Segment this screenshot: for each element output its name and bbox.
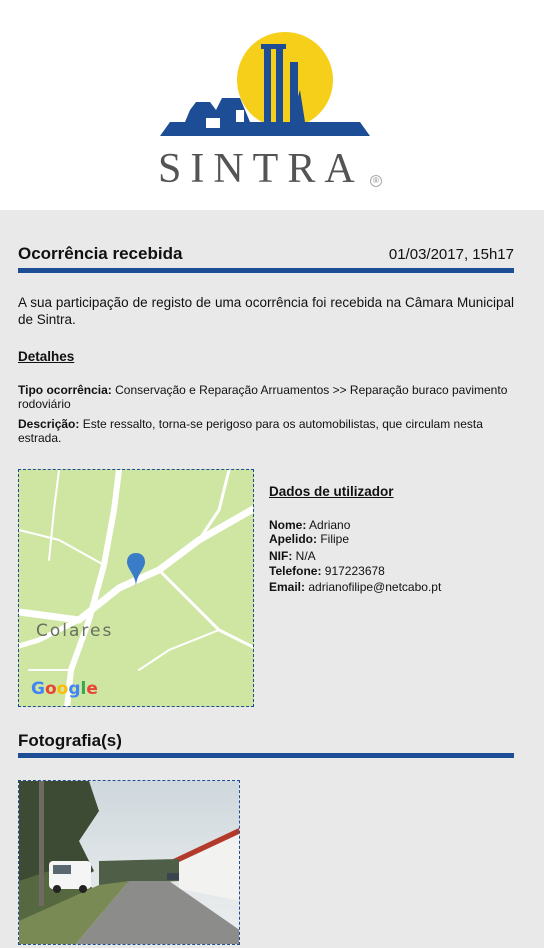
map-roads	[19, 470, 253, 706]
user-field-nif: NIF: N/A	[269, 549, 316, 563]
location-map[interactable]: Colares Google	[18, 469, 254, 707]
user-field-name: Nome: Adriano	[269, 518, 350, 532]
user-field-value: N/A	[292, 549, 316, 563]
intro-text: A sua participação de registo de uma oco…	[18, 295, 514, 327]
photos-header: Fotografia(s)	[18, 731, 514, 751]
google-letter: G	[31, 679, 45, 699]
google-letter: g	[68, 679, 81, 699]
map-pin-icon	[127, 553, 145, 587]
occurrence-description: Descrição: Este ressalto, torna-se perig…	[18, 417, 514, 445]
user-field-label: Apelido:	[269, 532, 317, 546]
google-letter: o	[56, 679, 69, 699]
google-letter: e	[86, 679, 98, 699]
logo-text: SINTRA	[158, 146, 364, 192]
user-field-value: 917223678	[321, 564, 385, 578]
user-field-surname: Apelido: Filipe	[269, 532, 349, 546]
user-field-label: Nome:	[269, 518, 307, 532]
occurrence-type: Tipo ocorrência: Conservação e Reparação…	[18, 383, 514, 411]
user-field-label: Telefone:	[269, 564, 322, 578]
google-letter: o	[44, 679, 57, 699]
photos-title: Fotografia(s)	[18, 731, 122, 750]
occurrence-title: Ocorrência recebida	[18, 244, 183, 263]
registered-mark: ®	[370, 175, 382, 187]
user-field-value: Filipe	[317, 532, 350, 546]
user-field-label: Email:	[269, 580, 306, 594]
page-header: SINTRA ®	[0, 0, 544, 210]
map-place-label: Colares	[36, 621, 114, 641]
occurrence-date: 01/03/2017, 15h17	[388, 246, 514, 263]
user-data-heading: Dados de utilizador	[269, 484, 394, 499]
user-field-value: adrianofilipe@netcabo.pt	[305, 580, 442, 594]
user-field-value: Adriano	[306, 518, 351, 532]
title-divider	[18, 268, 514, 273]
description-label: Descrição:	[18, 417, 80, 431]
details-heading: Detalhes	[18, 349, 75, 364]
description-value: Este ressalto, torna-se perigoso para os…	[18, 417, 483, 445]
google-logo: Google	[31, 679, 98, 699]
user-field-label: NIF:	[269, 549, 293, 563]
occurrence-header: Ocorrência recebida 01/03/2017, 15h17	[18, 244, 514, 264]
road-photo-image	[19, 781, 239, 944]
user-field-email: Email: adrianofilipe@netcabo.pt	[269, 580, 441, 594]
user-field-phone: Telefone: 917223678	[269, 564, 385, 578]
occurrence-type-label: Tipo ocorrência:	[18, 383, 112, 397]
occurrence-photo[interactable]	[18, 780, 240, 945]
photos-divider	[18, 753, 514, 758]
